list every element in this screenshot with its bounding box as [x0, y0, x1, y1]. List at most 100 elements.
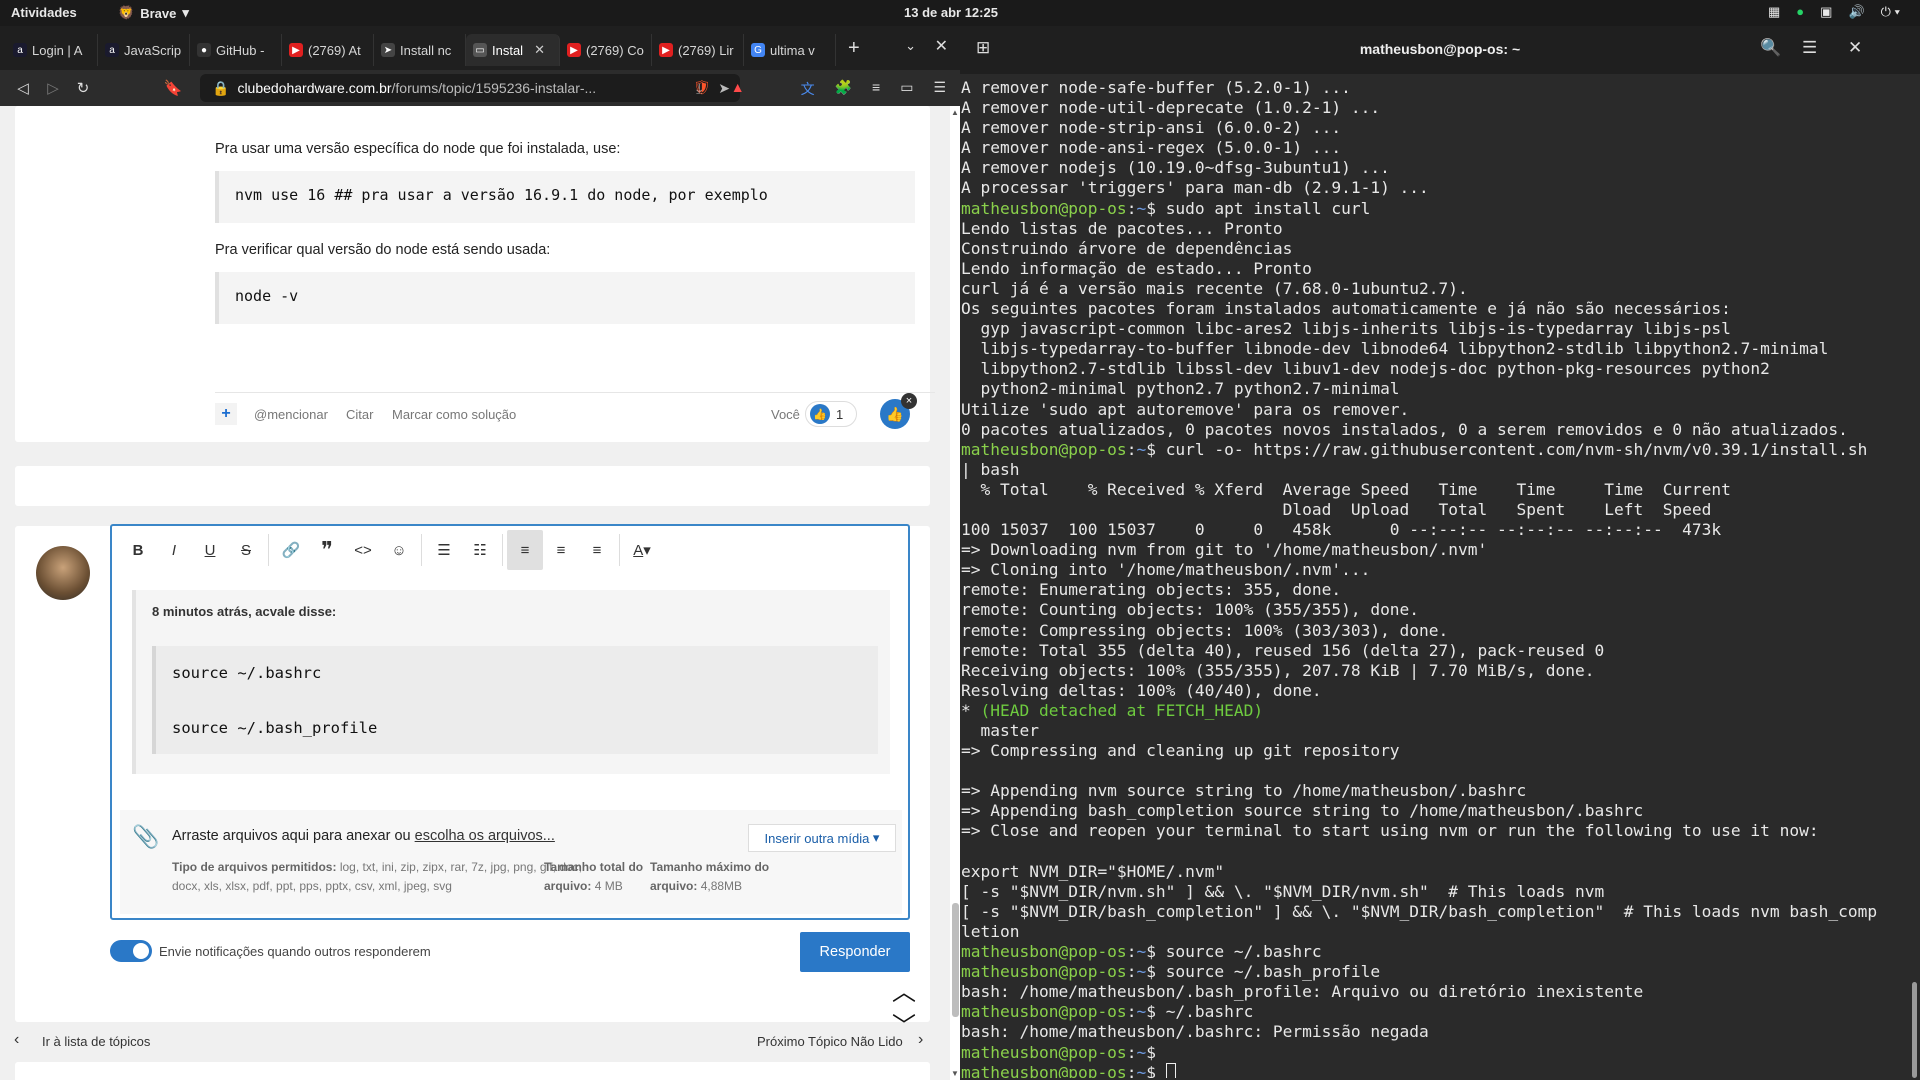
tab-close-icon[interactable]: ✕ [534, 42, 545, 58]
clock[interactable]: 13 de abr 12:25 [904, 5, 998, 20]
browser-tab[interactable]: Gultima v [744, 34, 836, 66]
bullet-list-icon[interactable]: ☰ [426, 530, 462, 570]
browser-tab[interactable]: ▶ (2769) Co [560, 34, 652, 66]
close-icon[interactable]: × [901, 393, 917, 409]
forward-icon[interactable]: ▷ [38, 79, 68, 97]
terminal-header: ⊞ matheusbon@pop-os: ~ 🔍 ☰ ✕ [960, 26, 1920, 74]
notify-toggle[interactable] [110, 940, 152, 962]
code-icon[interactable]: <> [345, 530, 381, 570]
align-left-icon[interactable]: ≡ [507, 530, 543, 570]
choose-files-link[interactable]: escolha os arquivos... [415, 828, 555, 844]
translate-icon[interactable]: 文 [801, 79, 815, 99]
app-menu[interactable]: 🦁 Brave ▾ [118, 5, 189, 21]
numbered-list-icon[interactable]: ☷ [462, 530, 498, 570]
brave-rewards-icon[interactable]: ▲ [731, 79, 745, 99]
next-unread-link[interactable]: Próximo Tópico Não Lido [757, 1034, 903, 1049]
playlist-icon[interactable]: ≡ [872, 79, 880, 99]
new-tab-button[interactable]: + [848, 37, 860, 60]
reload-icon[interactable]: ↻ [68, 79, 98, 97]
page-scrollbar[interactable]: ▲ ▼ [950, 106, 960, 1080]
chevron-up-icon[interactable]: ︿ [892, 972, 916, 1007]
terminal-scrollbar[interactable] [1912, 982, 1917, 1078]
prompt-user: matheusbon@pop-os [961, 1002, 1127, 1022]
terminal-line: A remover node-strip-ansi (6.0.0-2) ... [961, 118, 1912, 138]
menu-icon[interactable]: ☰ [1802, 38, 1817, 58]
terminal-line: Os seguintes pacotes foram instalados au… [961, 299, 1912, 319]
power-icon[interactable]: ⏻ ▾ [1881, 4, 1900, 20]
output-text: Construindo árvore de dependências [961, 238, 1293, 258]
chevron-left-icon[interactable]: ‹ [14, 1031, 19, 1049]
back-icon[interactable]: ◁ [8, 79, 38, 97]
plus-icon[interactable]: + [215, 403, 237, 425]
prompt-user: matheusbon@pop-os [961, 962, 1127, 982]
prompt-path: ~ [1136, 439, 1147, 459]
emoji-icon[interactable]: ☺ [381, 530, 417, 570]
rich-text-editor[interactable]: B I U S 🔗 ❞ <> ☺ ☰ ☷ ≡ ≡ ≡ A ▾ 8 minutos… [110, 524, 910, 920]
menu-icon[interactable]: ☰ [933, 79, 946, 99]
terminal-line: A remover nodejs (10.19.0~dfsg-3ubuntu1)… [961, 158, 1912, 178]
prompt-user: matheusbon@pop-os [961, 1042, 1127, 1062]
terminal-line: Lendo informação de estado... Pronto [961, 259, 1912, 279]
insert-media-button[interactable]: Inserir outra mídia ▾ [748, 824, 896, 852]
wallet-icon[interactable]: ▭ [900, 79, 913, 99]
extensions-icon[interactable]: 🧩 [835, 79, 852, 99]
strikethrough-button[interactable]: S [228, 530, 264, 570]
address-bar[interactable]: 🔒 clubedohardware.com.br/forums/topic/15… [200, 74, 740, 102]
system-tray: ▦ ● ▣ 🔊 ⏻ ▾ [1768, 4, 1900, 20]
respond-button[interactable]: Responder [800, 932, 910, 972]
scroll-down-icon[interactable]: ▼ [951, 1069, 959, 1078]
output-text: Resolving deltas: 100% (40/40), done. [961, 680, 1322, 700]
post-actions: + @mencionar Citar Marcar como solução V… [215, 392, 935, 429]
terminal-window[interactable]: ⊞ matheusbon@pop-os: ~ 🔍 ☰ ✕ A remover n… [960, 26, 1920, 1080]
bookmark-icon[interactable]: 🔖 [158, 79, 188, 97]
quoted-post: 8 minutos atrás, acvale disse: source ~/… [132, 590, 890, 774]
chevron-right-icon[interactable]: › [918, 1031, 923, 1049]
terminal-line: remote: Enumerating objects: 355, done. [961, 580, 1912, 600]
whatsapp-icon[interactable]: ● [1796, 4, 1804, 20]
back-to-topics-link[interactable]: Ir à lista de tópicos [42, 1034, 150, 1049]
browser-tab[interactable]: ➤ Install nc [374, 34, 466, 66]
volume-icon[interactable]: 🔊 [1848, 4, 1864, 20]
browser-tab[interactable]: ● GitHub - [190, 34, 282, 66]
prompt-path: ~ [1136, 198, 1147, 218]
workspaces-icon[interactable]: ▦ [1768, 4, 1780, 20]
align-right-icon[interactable]: ≡ [579, 530, 615, 570]
mark-solution-link[interactable]: Marcar como solução [392, 407, 516, 422]
attachment-area[interactable]: 📎 Arraste arquivos aqui para anexar ou e… [120, 810, 902, 914]
align-center-icon[interactable]: ≡ [543, 530, 579, 570]
quote-icon[interactable]: ❞ [309, 530, 345, 570]
text-color-icon[interactable]: A ▾ [624, 530, 660, 570]
browser-tab[interactable]: a Login | A [6, 34, 98, 66]
browser-tab[interactable]: a JavaScrip [98, 34, 190, 66]
browser-tab[interactable]: ▶ (2769) Lir [652, 34, 744, 66]
underline-button[interactable]: U [192, 530, 228, 570]
terminal-line: remote: Total 355 (delta 40), reused 156… [961, 641, 1912, 661]
bold-button[interactable]: B [120, 530, 156, 570]
avatar[interactable] [36, 546, 90, 600]
calendar-icon[interactable]: ▣ [1820, 4, 1832, 20]
browser-tab[interactable]: ▭ Instal ✕ [466, 34, 560, 66]
close-window-icon[interactable]: ✕ [935, 36, 948, 56]
output-text: curl já é a versão mais recente (7.68.0-… [961, 278, 1468, 298]
quoted-code: source ~/.bashrc source ~/.bash_profile [152, 646, 878, 754]
tab-favicon-icon: ▶ [289, 43, 303, 57]
activities-button[interactable]: Atividades [11, 5, 77, 20]
italic-button[interactable]: I [156, 530, 192, 570]
terminal-output[interactable]: A remover node-safe-buffer (5.2.0-1) ...… [960, 78, 1912, 1078]
search-icon[interactable]: 🔍 [1760, 38, 1781, 58]
scroll-up-icon[interactable]: ▲ [951, 108, 959, 117]
scrollbar-thumb[interactable] [952, 903, 959, 1017]
reaction-count[interactable]: 👍 1 [805, 401, 857, 427]
mention-link[interactable]: @mencionar [254, 407, 328, 422]
close-icon[interactable]: ✕ [1848, 38, 1862, 58]
max-size: Tamanho máximo do arquivo: 4,88MB [650, 858, 780, 896]
link-icon[interactable]: 🔗 [273, 530, 309, 570]
browser-tab[interactable]: ▶ (2769) At [282, 34, 374, 66]
brave-shields-icon[interactable]: 🛡 [693, 79, 711, 99]
tab-list-icon[interactable]: ⌄ [905, 38, 916, 54]
quote-link[interactable]: Citar [346, 407, 373, 422]
tab-label: Login | A [32, 42, 83, 58]
tab-label: ultima v [770, 42, 815, 58]
max-size-value: 4,88MB [700, 879, 743, 893]
